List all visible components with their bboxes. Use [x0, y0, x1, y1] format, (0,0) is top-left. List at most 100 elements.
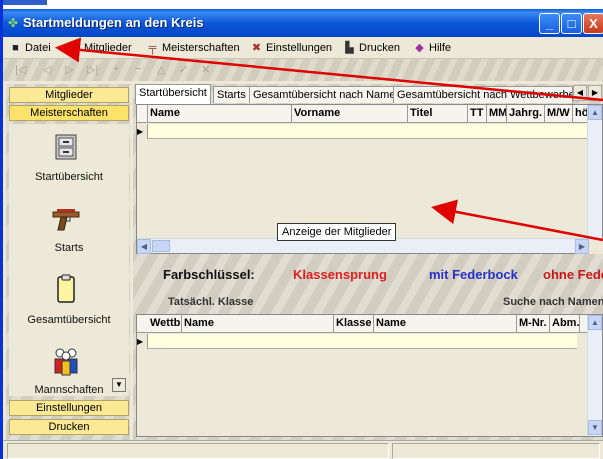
column-header[interactable]: Vorname [292, 105, 408, 123]
close-button[interactable]: X [583, 13, 603, 34]
post-record-icon[interactable]: ✓ [179, 63, 188, 76]
table-row[interactable]: ▶ [137, 124, 589, 139]
column-header[interactable]: TT [468, 105, 487, 123]
top-strip [3, 0, 603, 9]
column-header[interactable]: Abm. [550, 315, 580, 333]
last-record-icon[interactable]: ▷| [87, 63, 98, 76]
sidebar-item-label: Starts [54, 242, 84, 254]
menu-datei[interactable]: ■ Datei [9, 40, 51, 56]
sidebar-item-label: Gesamtübersicht [27, 314, 111, 326]
printer-icon: ▙ [345, 42, 354, 54]
app-icon: ✤ [8, 16, 19, 30]
column-header[interactable]: Titel [408, 105, 468, 123]
status-panel-right [392, 443, 600, 459]
main-panel: Startübersicht Starts Gesamtübersicht na… [133, 84, 603, 440]
sidebar-scroll-down-icon[interactable]: ▼ [112, 378, 126, 392]
menu-label: Meisterschaften [162, 42, 240, 54]
legend-klassensprung: Klassensprung [293, 267, 387, 282]
current-row-icon: ▶ [137, 124, 148, 139]
scroll-corner [589, 239, 603, 254]
search-by-name-label[interactable]: Suche nach Namen [503, 296, 603, 308]
tab-startuebersicht[interactable]: Startübersicht [135, 84, 211, 104]
menu-label: Mitglieder [84, 42, 132, 54]
tab-gesamtuebersicht-wettbewerbe[interactable]: Gesamtübersicht nach Wettbewerben [393, 86, 573, 103]
actual-class-label: Tatsächl. Klasse [168, 296, 254, 308]
delete-record-icon[interactable]: − [135, 63, 141, 75]
clipboard-icon [57, 274, 75, 303]
column-header[interactable]: M-Nr. [517, 315, 550, 333]
tab-strip: Startübersicht Starts Gesamtübersicht na… [133, 84, 603, 104]
starts-vertical-scrollbar[interactable]: ▲ ▼ [587, 315, 602, 436]
sidebar-item-label: Mannschaften [34, 384, 104, 396]
insert-record-icon[interactable]: + [113, 63, 119, 75]
tools-icon: ✖ [251, 42, 262, 54]
color-legend: Farbschlüssel: Klassensprung mit Federbo… [133, 262, 603, 286]
table-row[interactable]: ▶ [137, 334, 577, 349]
column-header[interactable]: MM [487, 105, 507, 123]
scroll-up-icon[interactable]: ▲ [588, 105, 602, 120]
members-vertical-scrollbar[interactable]: ▲ [587, 105, 602, 238]
menu-bar: ■ Datei ♟ Mitglieder ╤ Meisterschaften ✖ Ein… [3, 37, 603, 59]
first-record-icon[interactable]: |◁ [15, 63, 26, 76]
next-record-icon[interactable]: ▷ [65, 63, 73, 76]
members-grid[interactable]: Name Vorname Titel TT MM Jahrg. M/W hö ▶… [136, 104, 603, 254]
sidebar-pane: Startübersicht Starts Gesamtübersicht Ma… [9, 124, 129, 396]
minimize-button[interactable]: _ [539, 13, 560, 34]
sidebar-item-label: Startübersicht [35, 171, 103, 183]
menu-label: Hilfe [429, 42, 452, 54]
members-grid-header: Name Vorname Titel TT MM Jahrg. M/W hö [137, 105, 589, 123]
menu-hilfe[interactable]: ◆ Hilfe [413, 40, 451, 56]
floppy-icon: ■ [12, 42, 19, 54]
lower-grid-caption: Tatsächl. Klasse Suche nach Namen [133, 292, 603, 312]
sidebar-header-mitglieder[interactable]: Mitglieder [9, 87, 129, 103]
scroll-down-icon[interactable]: ▼ [588, 420, 602, 435]
menu-label: Einstellungen [266, 42, 333, 54]
title-bar[interactable]: ✤ Startmeldungen an den Kreis _ □ X [3, 9, 603, 37]
rifle-icon: ╤ [148, 42, 157, 54]
menu-label: Drucken [359, 42, 400, 54]
scroll-right-icon[interactable]: ▶ [575, 239, 589, 254]
tab-scroll-right-icon[interactable]: ▶ [588, 85, 602, 101]
sidebar-header-drucken[interactable]: Drucken [9, 419, 129, 435]
maximize-button[interactable]: □ [561, 13, 582, 34]
menu-drucken[interactable]: ▙ Drucken [343, 40, 400, 56]
application-window: ✤ Startmeldungen an den Kreis _ □ X ■ Dat… [0, 0, 603, 459]
column-header[interactable]: Jahrg. [507, 105, 545, 123]
menu-meisterschaften[interactable]: ╤ Meisterschaften [146, 40, 240, 56]
column-header[interactable]: Name [182, 315, 334, 333]
column-header[interactable]: Wettb. [148, 315, 182, 333]
sidebar-header-meisterschaften[interactable]: Meisterschaften [9, 105, 129, 121]
menu-label: Datei [25, 42, 51, 54]
tab-scroll-left-icon[interactable]: ◀ [573, 85, 587, 101]
column-header[interactable]: Name [374, 315, 517, 333]
team-icon [54, 348, 78, 376]
tab-starts[interactable]: Starts [213, 86, 250, 103]
column-header[interactable]: Klasse [334, 315, 374, 333]
starts-grid-header: Wettb. Name Klasse Name M-Nr. Abm. [137, 315, 589, 333]
window-title: Startmeldungen an den Kreis [23, 15, 204, 30]
sidebar-header-einstellungen[interactable]: Einstellungen [9, 400, 129, 416]
prev-record-icon[interactable]: ◁ [43, 63, 51, 76]
column-header[interactable]: Name [148, 105, 292, 123]
starts-grid[interactable]: Wettb. Name Klasse Name M-Nr. Abm. ▶ ▲ ▼ [136, 314, 603, 437]
column-header[interactable]: M/W [545, 105, 573, 123]
pistol-icon [52, 209, 80, 231]
scroll-up-icon[interactable]: ▲ [588, 315, 602, 330]
tab-gesamtuebersicht-name[interactable]: Gesamtübersicht nach Name [249, 86, 400, 103]
record-navigator: |◁ ◁ ▷ ▷| + − △ ✓ ✕ [3, 59, 603, 81]
cancel-record-icon[interactable]: ✕ [201, 63, 210, 76]
tooltip: Anzeige der Mitglieder [277, 223, 397, 241]
status-bar [3, 440, 603, 459]
person-icon: ♟ [69, 42, 80, 54]
sidebar: Mitglieder Meisterschaften Startübersich… [6, 84, 130, 440]
menu-mitglieder[interactable]: ♟ Mitglieder [68, 40, 132, 56]
scroll-thumb[interactable] [152, 240, 170, 252]
scroll-left-icon[interactable]: ◀ [137, 239, 151, 254]
menu-einstellungen[interactable]: ✖ Einstellungen [250, 40, 332, 56]
legend-ohne-federbock: ohne Fede [543, 267, 603, 282]
current-row-icon: ▶ [137, 334, 148, 349]
help-icon: ◆ [415, 42, 424, 54]
edit-record-icon[interactable]: △ [157, 63, 165, 76]
legend-federbock: mit Federbock [429, 267, 518, 282]
cabinet-icon [55, 134, 77, 160]
